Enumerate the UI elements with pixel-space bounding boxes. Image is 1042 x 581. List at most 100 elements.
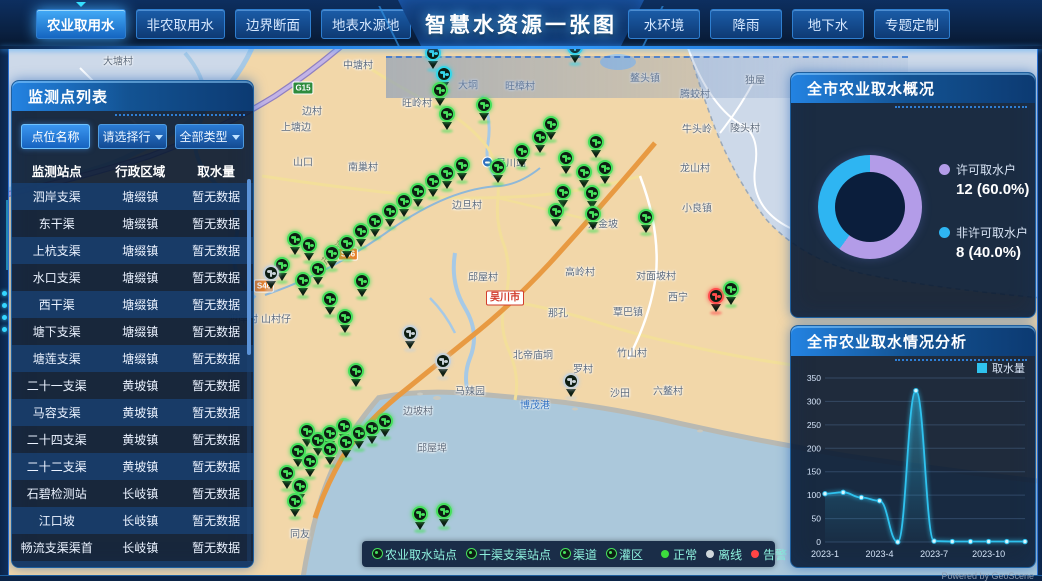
nav-tab-right-0[interactable]: 水环境 bbox=[628, 9, 700, 39]
marker-canal-station-icon[interactable] bbox=[566, 48, 584, 66]
nav-tab-right-3[interactable]: 专题定制 bbox=[874, 9, 950, 39]
map-legend-item-1[interactable]: 干渠支渠站点 bbox=[466, 546, 551, 563]
pin-head bbox=[454, 157, 470, 173]
sprout-icon bbox=[389, 208, 391, 215]
marker-agri-intake-icon[interactable] bbox=[336, 309, 354, 336]
frame-bottom bbox=[0, 575, 1042, 581]
marker-offline-icon[interactable] bbox=[262, 265, 280, 292]
table-row[interactable]: 江口坡长岐镇暂无数据 bbox=[12, 507, 253, 534]
sprout-icon bbox=[374, 218, 376, 225]
table-cell: 暂无数据 bbox=[179, 458, 253, 475]
map-legend-item-0[interactable]: 农业取水站点 bbox=[372, 546, 457, 563]
table-row[interactable]: 西干渠塘缀镇暂无数据 bbox=[12, 291, 253, 318]
marker-agri-intake-icon[interactable] bbox=[587, 134, 605, 161]
map-legend-item-2[interactable]: 渠道 bbox=[560, 546, 597, 563]
pin-tip bbox=[385, 219, 395, 227]
table-row[interactable]: 马容支渠黄坡镇暂无数据 bbox=[12, 399, 253, 426]
table-row[interactable]: 泗岸支渠塘缀镇暂无数据 bbox=[12, 183, 253, 210]
legend-label: 渠道 bbox=[573, 546, 597, 563]
sprout-icon bbox=[539, 134, 541, 141]
table-row[interactable]: 石碧检测站长岐镇暂无数据 bbox=[12, 480, 253, 507]
marker-agri-intake-icon[interactable] bbox=[301, 453, 319, 480]
nav-tab-0[interactable]: 农业取用水 bbox=[36, 9, 126, 39]
pin-tip bbox=[342, 251, 352, 259]
place-label: 中塘村 bbox=[343, 57, 373, 72]
point-name-button[interactable]: 点位名称 bbox=[21, 124, 90, 149]
sprout-icon bbox=[595, 139, 597, 146]
pin-head bbox=[585, 206, 601, 222]
sprout-icon bbox=[409, 330, 411, 337]
marker-agri-intake-icon[interactable] bbox=[337, 434, 355, 461]
sprout-icon bbox=[302, 277, 304, 284]
pin-head bbox=[425, 48, 441, 61]
legend-pin-icon bbox=[372, 548, 382, 561]
scrollbar-thumb[interactable] bbox=[247, 179, 251, 355]
list-scrollbar[interactable] bbox=[247, 179, 251, 562]
table-row[interactable]: 二十一支渠黄坡镇暂无数据 bbox=[12, 372, 253, 399]
status-label: 告警 bbox=[763, 546, 787, 563]
pin-head bbox=[432, 82, 448, 98]
sprout-icon bbox=[592, 211, 594, 218]
marker-agri-intake-icon[interactable] bbox=[596, 160, 614, 187]
marker-agri-intake-icon[interactable] bbox=[300, 237, 318, 264]
region-select[interactable]: 请选择行 bbox=[98, 124, 167, 149]
table-row[interactable]: 东干渠塘缀镇暂无数据 bbox=[12, 210, 253, 237]
pin-tip bbox=[546, 132, 556, 140]
pin-head bbox=[588, 134, 604, 150]
pin-head bbox=[555, 184, 571, 200]
svg-text:200: 200 bbox=[807, 443, 821, 453]
pin-tip bbox=[588, 222, 598, 230]
pin-head bbox=[377, 413, 393, 429]
marker-agri-intake-icon[interactable] bbox=[353, 273, 371, 300]
marker-agri-intake-icon[interactable] bbox=[376, 413, 394, 440]
marker-agri-intake-icon[interactable] bbox=[435, 503, 453, 530]
table-row[interactable]: 上杭支渠塘缀镇暂无数据 bbox=[12, 237, 253, 264]
type-select[interactable]: 全部类型 bbox=[175, 124, 244, 149]
nav-tab-2[interactable]: 边界断面 bbox=[235, 9, 311, 39]
sprout-icon bbox=[562, 189, 564, 196]
nav-tab-1[interactable]: 非农取用水 bbox=[136, 9, 226, 39]
marker-agri-intake-icon[interactable] bbox=[294, 272, 312, 299]
table-row[interactable]: 二十四支渠黄坡镇暂无数据 bbox=[12, 426, 253, 453]
marker-offline-icon[interactable] bbox=[562, 373, 580, 400]
marker-agri-intake-icon[interactable] bbox=[547, 203, 565, 230]
sprout-icon bbox=[403, 198, 405, 205]
nav-tab-right-2[interactable]: 地下水 bbox=[792, 9, 864, 39]
sprout-icon bbox=[317, 437, 319, 444]
marker-agri-intake-icon[interactable] bbox=[557, 150, 575, 177]
marker-agri-intake-icon[interactable] bbox=[489, 159, 507, 186]
marker-agri-intake-icon[interactable] bbox=[542, 116, 560, 143]
marker-offline-icon[interactable] bbox=[434, 353, 452, 380]
table-row[interactable]: 畅流支渠渠首长岐镇暂无数据 bbox=[12, 534, 253, 561]
table-row[interactable]: 塘莲支渠塘缀镇暂无数据 bbox=[12, 345, 253, 372]
marker-agri-intake-icon[interactable] bbox=[411, 506, 429, 533]
nav-tab-right-1[interactable]: 降雨 bbox=[710, 9, 782, 39]
marker-agri-intake-icon[interactable] bbox=[431, 82, 449, 109]
marker-agri-intake-icon[interactable] bbox=[438, 106, 456, 133]
legend-dot-icon bbox=[939, 164, 950, 175]
table-row[interactable]: 山粮支渠长岐镇暂无数据 bbox=[12, 561, 253, 568]
table-body: 泗岸支渠塘缀镇暂无数据东干渠塘缀镇暂无数据上杭支渠塘缀镇暂无数据水口支渠塘缀镇暂… bbox=[12, 183, 253, 568]
marker-agri-intake-icon[interactable] bbox=[637, 209, 655, 236]
table-row[interactable]: 二十二支渠黄坡镇暂无数据 bbox=[12, 453, 253, 480]
frame-right bbox=[1037, 48, 1042, 581]
table-row[interactable]: 塘下支渠塘缀镇暂无数据 bbox=[12, 318, 253, 345]
marker-agri-intake-icon[interactable] bbox=[475, 97, 493, 124]
marker-agri-intake-icon[interactable] bbox=[722, 281, 740, 308]
map-legend-item-3[interactable]: 灌区 bbox=[606, 546, 643, 563]
table-cell: 暂无数据 bbox=[179, 404, 253, 421]
svg-text:0: 0 bbox=[816, 537, 821, 547]
table-row[interactable]: 水口支渠塘缀镇暂无数据 bbox=[12, 264, 253, 291]
marker-agri-intake-icon[interactable] bbox=[347, 363, 365, 390]
marker-agri-intake-icon[interactable] bbox=[513, 143, 531, 170]
marker-agri-intake-icon[interactable] bbox=[286, 493, 304, 520]
marker-agri-intake-icon[interactable] bbox=[584, 206, 602, 233]
sprout-icon bbox=[446, 170, 448, 177]
pin-tip bbox=[435, 98, 445, 106]
sprout-icon bbox=[555, 208, 557, 215]
legend-value: 8 (40.0%) bbox=[939, 244, 1029, 261]
marker-offline-icon[interactable] bbox=[401, 325, 419, 352]
table-cell: 暂无数据 bbox=[179, 512, 253, 529]
pin-tip bbox=[415, 522, 425, 530]
sprout-icon bbox=[384, 418, 386, 425]
